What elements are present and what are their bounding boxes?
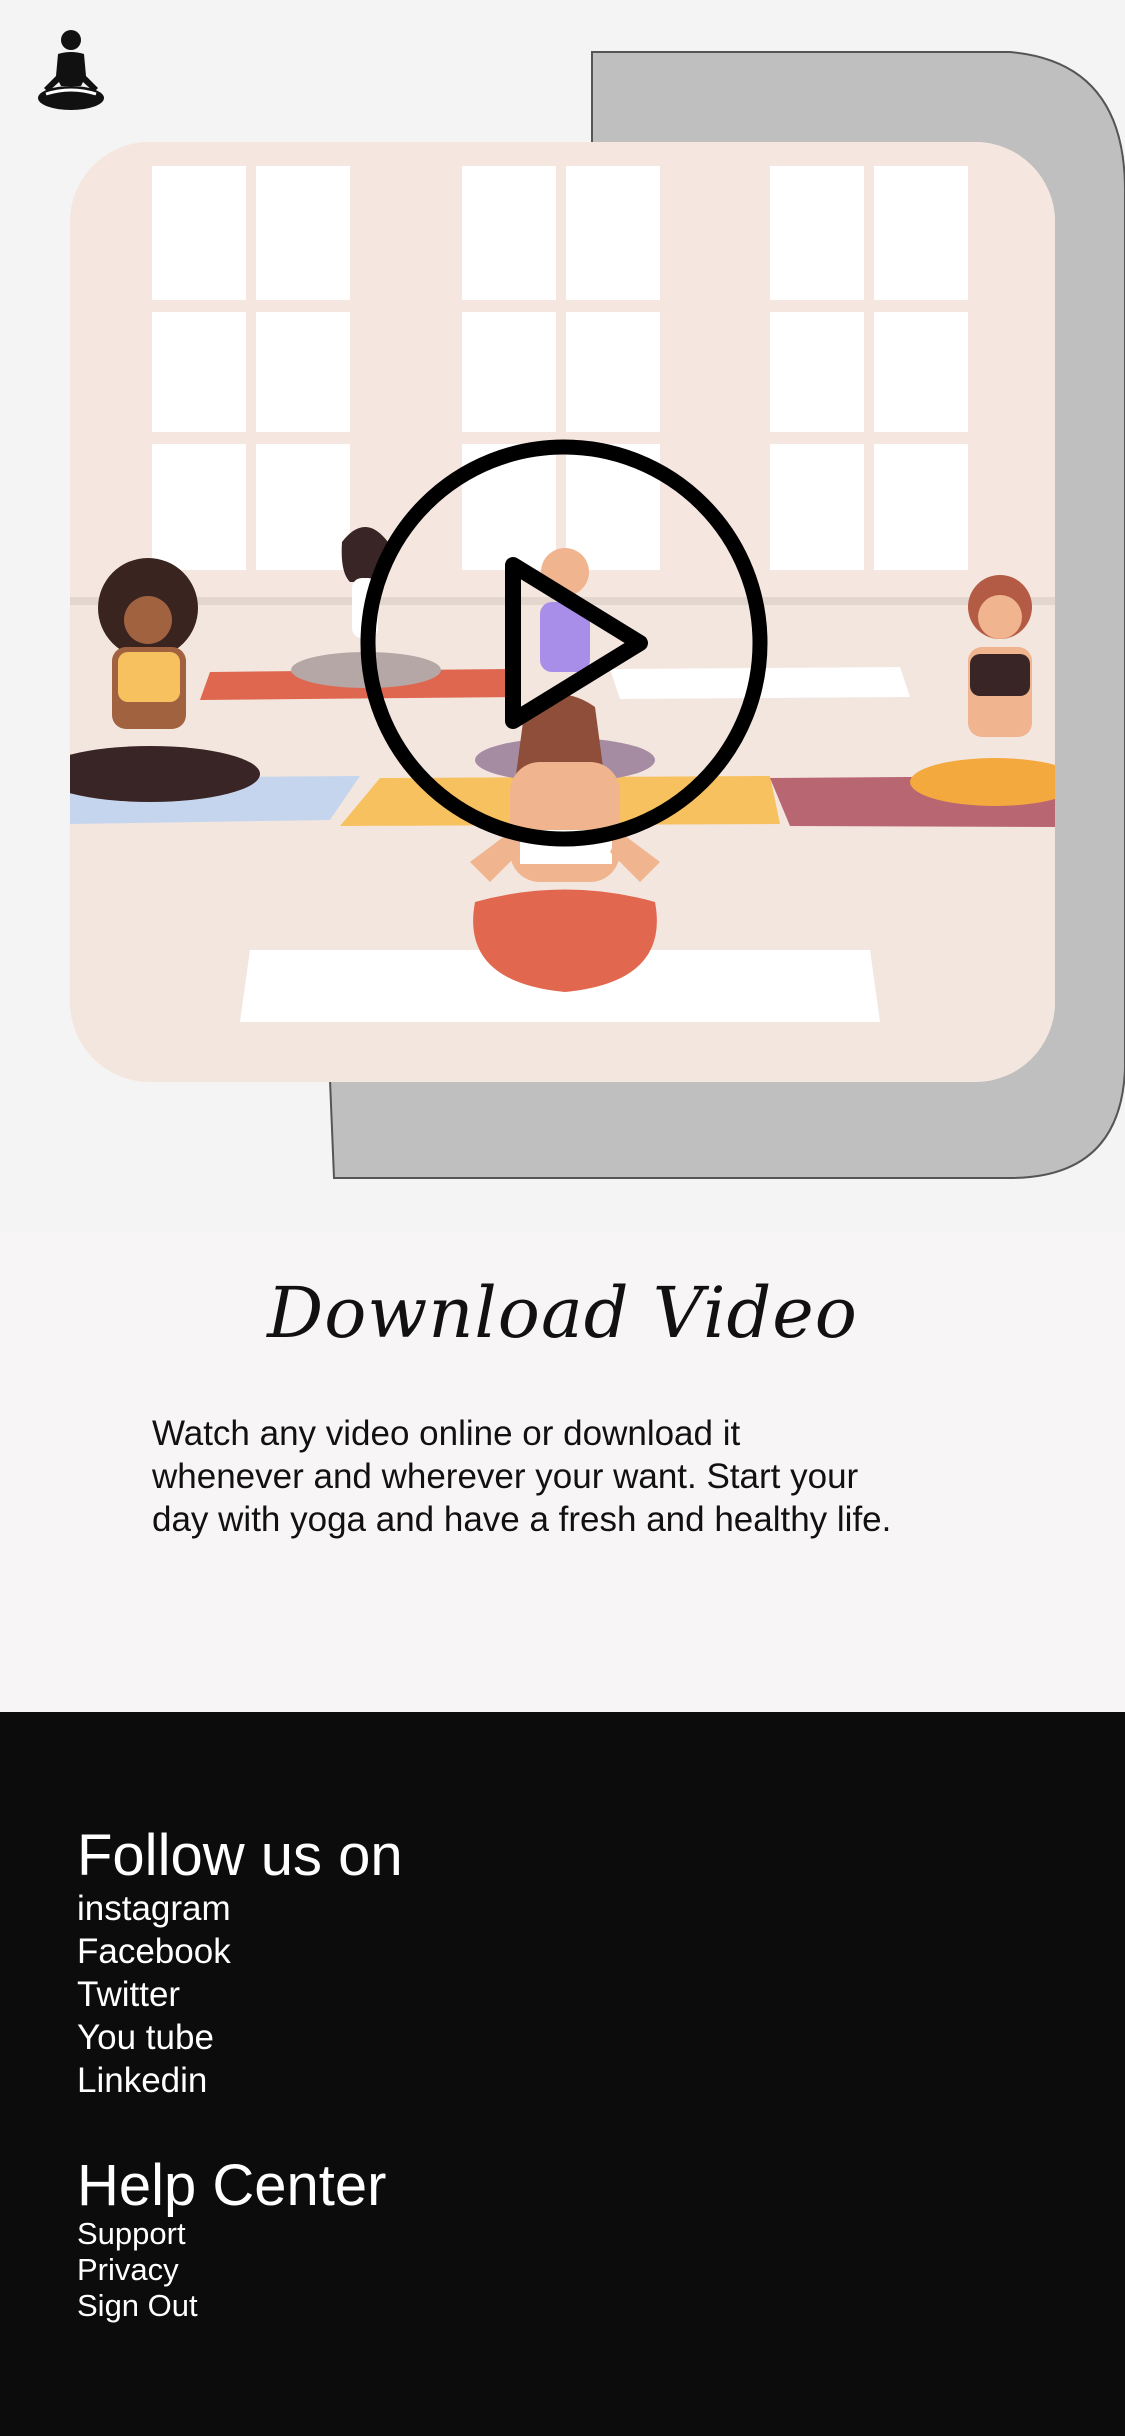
follow-heading: Follow us on (77, 1823, 403, 1888)
play-icon[interactable] (358, 437, 770, 849)
link-youtube[interactable]: You tube (77, 2016, 231, 2059)
link-linkedin[interactable]: Linkedin (77, 2059, 231, 2102)
link-twitter[interactable]: Twitter (77, 1973, 231, 2016)
info-title: Download Video (267, 1272, 858, 1354)
help-links: Support Privacy Sign Out (77, 2216, 198, 2324)
link-support[interactable]: Support (77, 2216, 198, 2252)
link-privacy[interactable]: Privacy (77, 2252, 198, 2288)
link-sign-out[interactable]: Sign Out (77, 2288, 198, 2324)
link-instagram[interactable]: instagram (77, 1887, 231, 1930)
info-body: Watch any video online or download it wh… (152, 1414, 892, 1539)
help-heading: Help Center (77, 2153, 387, 2218)
link-facebook[interactable]: Facebook (77, 1930, 231, 1973)
social-links: instagram Facebook Twitter You tube Link… (77, 1887, 231, 2102)
